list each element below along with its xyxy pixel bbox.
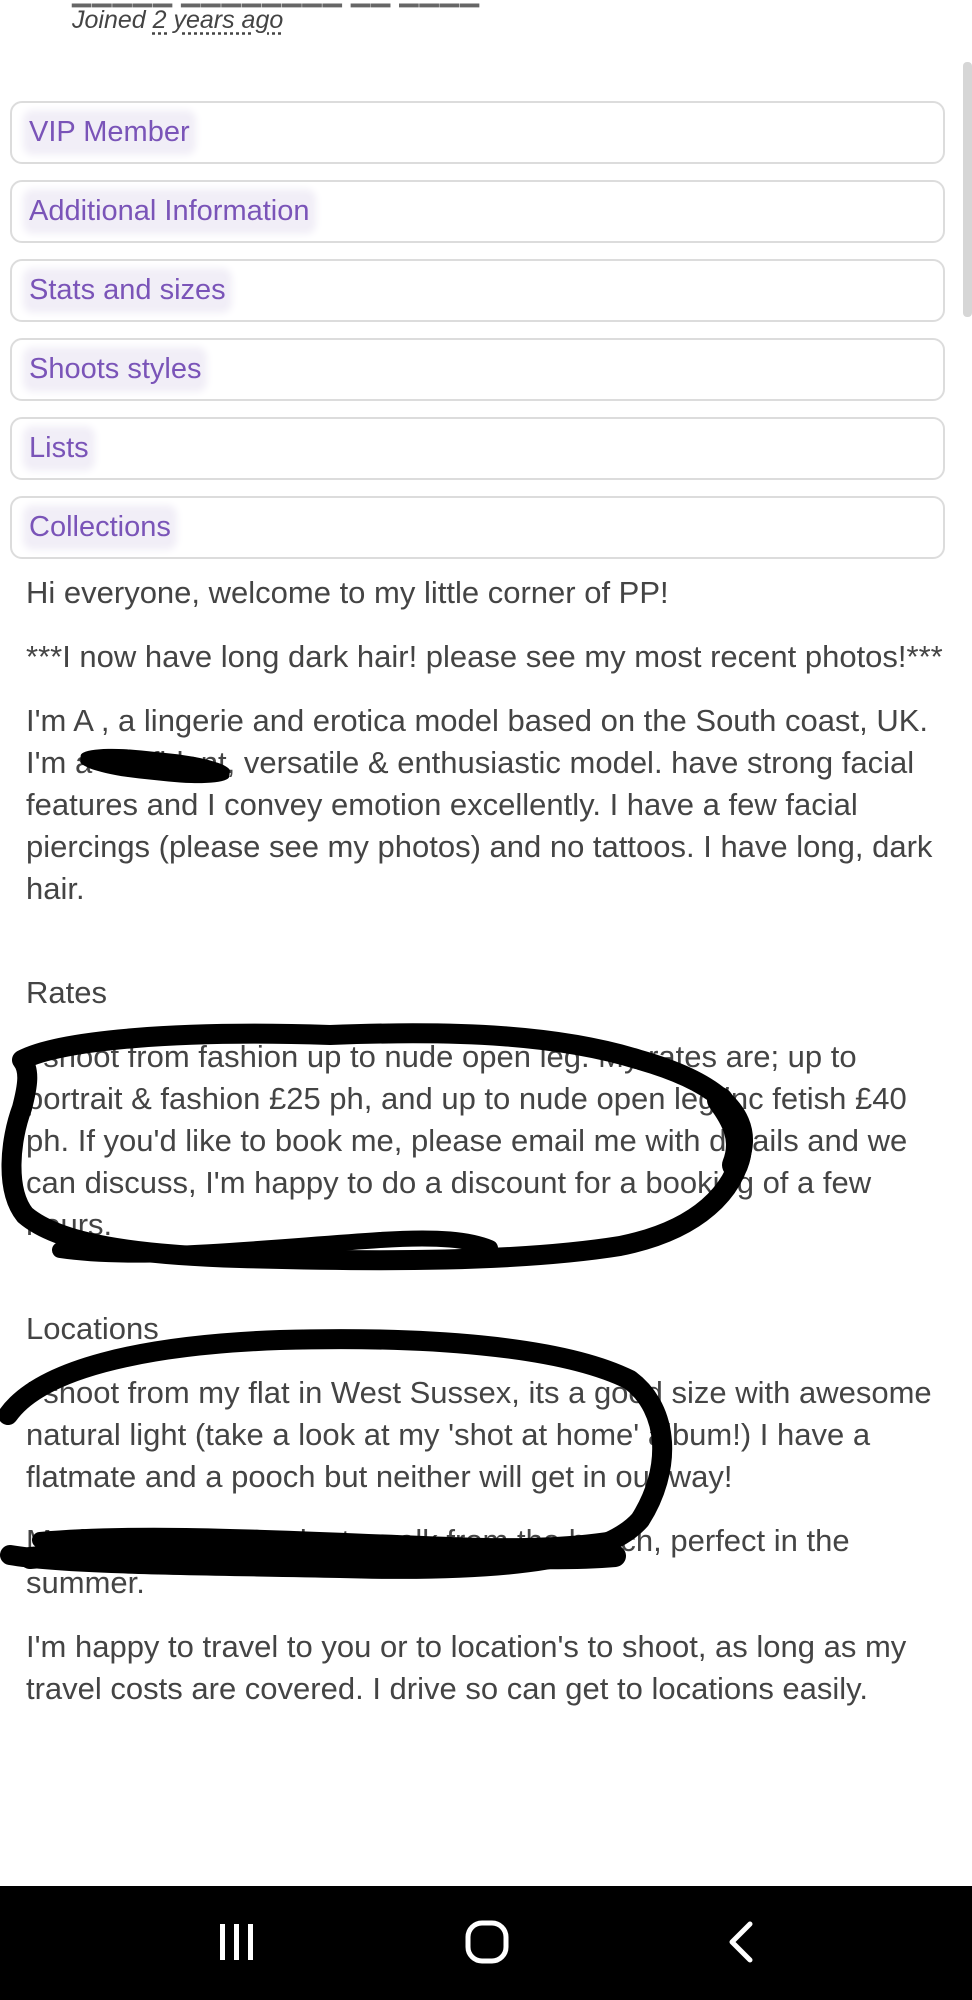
travel-text: I'm happy to travel to you or to locatio… [26,1629,907,1706]
system-navigation-bar [0,1886,972,2000]
locations-heading: Locations [26,1311,159,1346]
joined-ago-link[interactable]: 2 years ago [153,6,284,34]
bio-hair-note: ***I now have long dark hair! please see… [26,639,943,674]
accordion-label: Collections [29,511,171,545]
accordion-label: Lists [29,432,89,466]
beach-text: My flat is also a 3 minute walk from the… [26,1523,850,1600]
profile-accordion: VIP Member Additional Information Stats … [10,101,945,575]
accordion-collections[interactable]: Collections [10,496,945,559]
joined-date: Joined 2 years ago [72,6,283,35]
accordion-label: Stats and sizes [29,274,226,308]
accordion-label: VIP Member [29,116,190,150]
accordion-vip-member[interactable]: VIP Member [10,101,945,164]
accordion-additional-information[interactable]: Additional Information [10,180,945,243]
bio-welcome: Hi everyone, welcome to my little corner… [26,575,669,610]
home-icon [465,1920,509,1964]
back-icon [729,1921,753,1963]
accordion-shoots-styles[interactable]: Shoots styles [10,338,945,401]
back-button[interactable] [712,1918,772,1968]
rates-text: I shoot from fashion up to nude open leg… [26,1039,908,1242]
rates-heading: Rates [26,975,107,1010]
page-scrollbar[interactable] [963,62,972,317]
accordion-label: Shoots styles [29,353,202,387]
accordion-lists[interactable]: Lists [10,417,945,480]
home-button[interactable] [458,1918,518,1968]
bio-content: Hi everyone, welcome to my little corner… [26,572,946,1732]
recents-button[interactable] [206,1918,266,1968]
recents-icon [220,1924,253,1960]
bio-intro: I'm A , a lingerie and erotica model bas… [26,703,933,906]
joined-prefix: Joined [72,6,146,34]
accordion-label: Additional Information [29,195,310,229]
accordion-stats-and-sizes[interactable]: Stats and sizes [10,259,945,322]
locations-text: I shoot from my flat in West Sussex, its… [26,1375,932,1494]
